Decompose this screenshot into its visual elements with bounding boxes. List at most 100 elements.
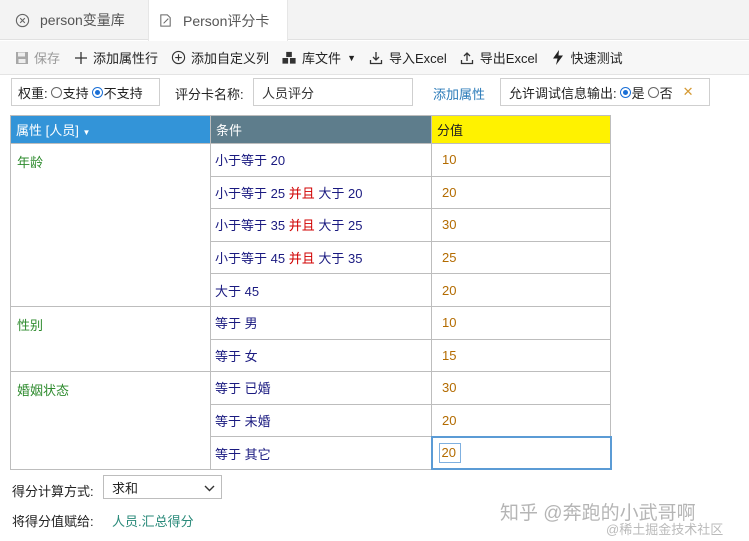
condition-value: 35 <box>348 251 363 267</box>
quick-test-button[interactable]: 快速测试 <box>551 48 623 67</box>
weight-support-radio[interactable] <box>50 86 62 98</box>
debug-output-options: 允许调试信息输出: 是 否 ✕ <box>500 78 710 106</box>
condition-cell[interactable]: 小于等于 45 并且 大于 35 <box>210 240 432 275</box>
save-button[interactable]: 保存 <box>14 48 60 67</box>
card-name-input[interactable] <box>253 78 413 106</box>
watermark-juejin: @稀土掘金技术社区 <box>606 522 724 537</box>
download-icon <box>369 50 384 65</box>
condition-operator: 小于等于 <box>215 251 268 267</box>
save-icon <box>14 50 29 65</box>
score-cell[interactable]: 10 <box>431 305 611 340</box>
condition-operator: 大于 <box>215 283 242 299</box>
caret-down-icon: ▼ <box>82 128 91 137</box>
condition-operator: 等于 <box>215 381 242 397</box>
export-excel-button[interactable]: 导出Excel <box>460 48 538 67</box>
tab-bar: person变量库 Person评分卡 <box>0 0 749 41</box>
table-row: 性别 等于 男 10 <box>10 305 611 373</box>
lightning-icon <box>551 50 566 65</box>
condition-value: 45 <box>244 283 260 299</box>
tab-person-scorecard[interactable]: Person评分卡 <box>148 0 288 41</box>
score-cell[interactable]: 20 <box>431 403 611 438</box>
options-row: 权重: 支持 不支持 评分卡名称: 添加属性 允许调试信息输出: 是 否 ✕ <box>0 76 749 112</box>
condition-cell[interactable]: 等于 男 <box>210 305 432 340</box>
condition-value: 已婚 <box>244 381 271 397</box>
caret-down-icon: ▼ <box>347 52 356 63</box>
condition-cell[interactable]: 等于 女 <box>210 338 432 373</box>
add-attribute-link[interactable]: 添加属性 <box>433 84 485 103</box>
score-cell[interactable]: 30 <box>431 208 611 242</box>
attribute-header[interactable]: 属性 [人员] ▼ <box>10 115 211 144</box>
condition-cell[interactable]: 大于 45 <box>210 273 432 307</box>
toolbar: 保存 添加属性行 添加自定义列 库文件 ▼ 导入Excel 导出Excel 快速… <box>0 41 749 75</box>
score-header: 分值 <box>431 115 611 144</box>
score-edit-input[interactable]: 20 <box>438 443 461 464</box>
score-cell[interactable]: 20 <box>431 175 611 210</box>
library-files-dropdown[interactable]: 库文件 ▼ <box>282 48 356 67</box>
weight-label: 权重: <box>18 85 48 101</box>
edit-document-icon <box>157 13 173 29</box>
condition-operator: 大于 <box>318 251 345 267</box>
plus-icon <box>73 50 88 65</box>
chevron-down-icon <box>204 480 215 495</box>
score-cell[interactable]: 15 <box>431 338 611 373</box>
close-circle-icon[interactable] <box>14 12 30 28</box>
and-operator: 并且 <box>288 185 315 201</box>
debug-yes-label: 是 <box>631 85 645 101</box>
condition-value: 20 <box>270 153 286 169</box>
condition-value: 25 <box>270 185 286 201</box>
score-cell[interactable]: 10 <box>431 143 611 177</box>
condition-value: 女 <box>244 348 258 364</box>
condition-operator: 等于 <box>215 316 242 332</box>
close-icon[interactable]: ✕ <box>683 84 694 100</box>
condition-value: 男 <box>244 316 258 332</box>
assign-score-label: 将得分值赋给: <box>12 514 94 529</box>
add-custom-column-button[interactable]: 添加自定义列 <box>171 48 269 67</box>
condition-cell[interactable]: 等于 未婚 <box>210 403 432 438</box>
and-operator: 并且 <box>288 251 315 267</box>
condition-operator: 大于 <box>318 218 345 234</box>
table-row: 婚姻状态 等于 已婚 30 <box>10 371 611 470</box>
condition-operator: 等于 <box>215 446 242 462</box>
and-operator: 并且 <box>288 218 315 234</box>
score-cell[interactable]: 30 <box>431 371 611 405</box>
weight-not-support-label: 不支持 <box>103 85 143 101</box>
debug-yes-radio[interactable] <box>619 86 631 98</box>
attribute-cell[interactable]: 年龄 <box>10 143 211 307</box>
condition-value: 20 <box>348 185 363 201</box>
condition-operator: 小于等于 <box>215 153 268 169</box>
upload-icon <box>460 50 475 65</box>
condition-header: 条件 <box>210 115 432 144</box>
condition-operator: 大于 <box>318 185 345 201</box>
import-excel-button[interactable]: 导入Excel <box>369 48 447 67</box>
tab-person-variable-library[interactable]: person变量库 <box>14 0 148 40</box>
debug-no-label: 否 <box>659 85 673 101</box>
attribute-cell[interactable]: 婚姻状态 <box>10 371 211 470</box>
condition-cell[interactable]: 小于等于 25 并且 大于 20 <box>210 175 432 210</box>
scorecard-grid: 属性 [人员] ▼ 条件 分值 年龄 小于等于 20 10 小于等于 25 并且 大于… <box>10 115 612 471</box>
tab-label: Person评分卡 <box>183 12 270 29</box>
condition-cell[interactable]: 小于等于 35 并且 大于 25 <box>210 208 432 242</box>
debug-no-radio[interactable] <box>647 86 659 98</box>
tab-label: person变量库 <box>40 12 125 28</box>
calc-method-value: 求和 <box>112 480 139 496</box>
condition-value: 35 <box>270 218 286 234</box>
condition-value: 25 <box>348 218 363 234</box>
condition-operator: 等于 <box>215 348 242 364</box>
table-row: 年龄 小于等于 20 10 <box>10 143 611 307</box>
plus-circle-icon <box>171 50 186 65</box>
weight-options: 权重: 支持 不支持 <box>11 78 160 106</box>
assign-score-target[interactable]: 人员.汇总得分 <box>112 511 194 530</box>
weight-not-support-radio[interactable] <box>91 86 103 98</box>
condition-cell[interactable]: 等于 已婚 <box>210 371 432 405</box>
calc-method-select[interactable]: 求和 <box>103 475 222 499</box>
condition-cell[interactable]: 小于等于 20 <box>210 143 432 177</box>
score-cell[interactable]: 25 <box>431 240 611 275</box>
condition-value: 其它 <box>244 446 271 462</box>
attribute-cell[interactable]: 性别 <box>10 305 211 373</box>
score-cell[interactable]: 20 <box>430 435 612 471</box>
add-attribute-row-button[interactable]: 添加属性行 <box>73 48 158 67</box>
condition-operator: 小于等于 <box>215 185 268 201</box>
score-cell[interactable]: 20 <box>431 273 611 307</box>
debug-label: 允许调试信息输出: <box>509 85 617 101</box>
condition-cell[interactable]: 等于 其它 <box>210 436 432 470</box>
